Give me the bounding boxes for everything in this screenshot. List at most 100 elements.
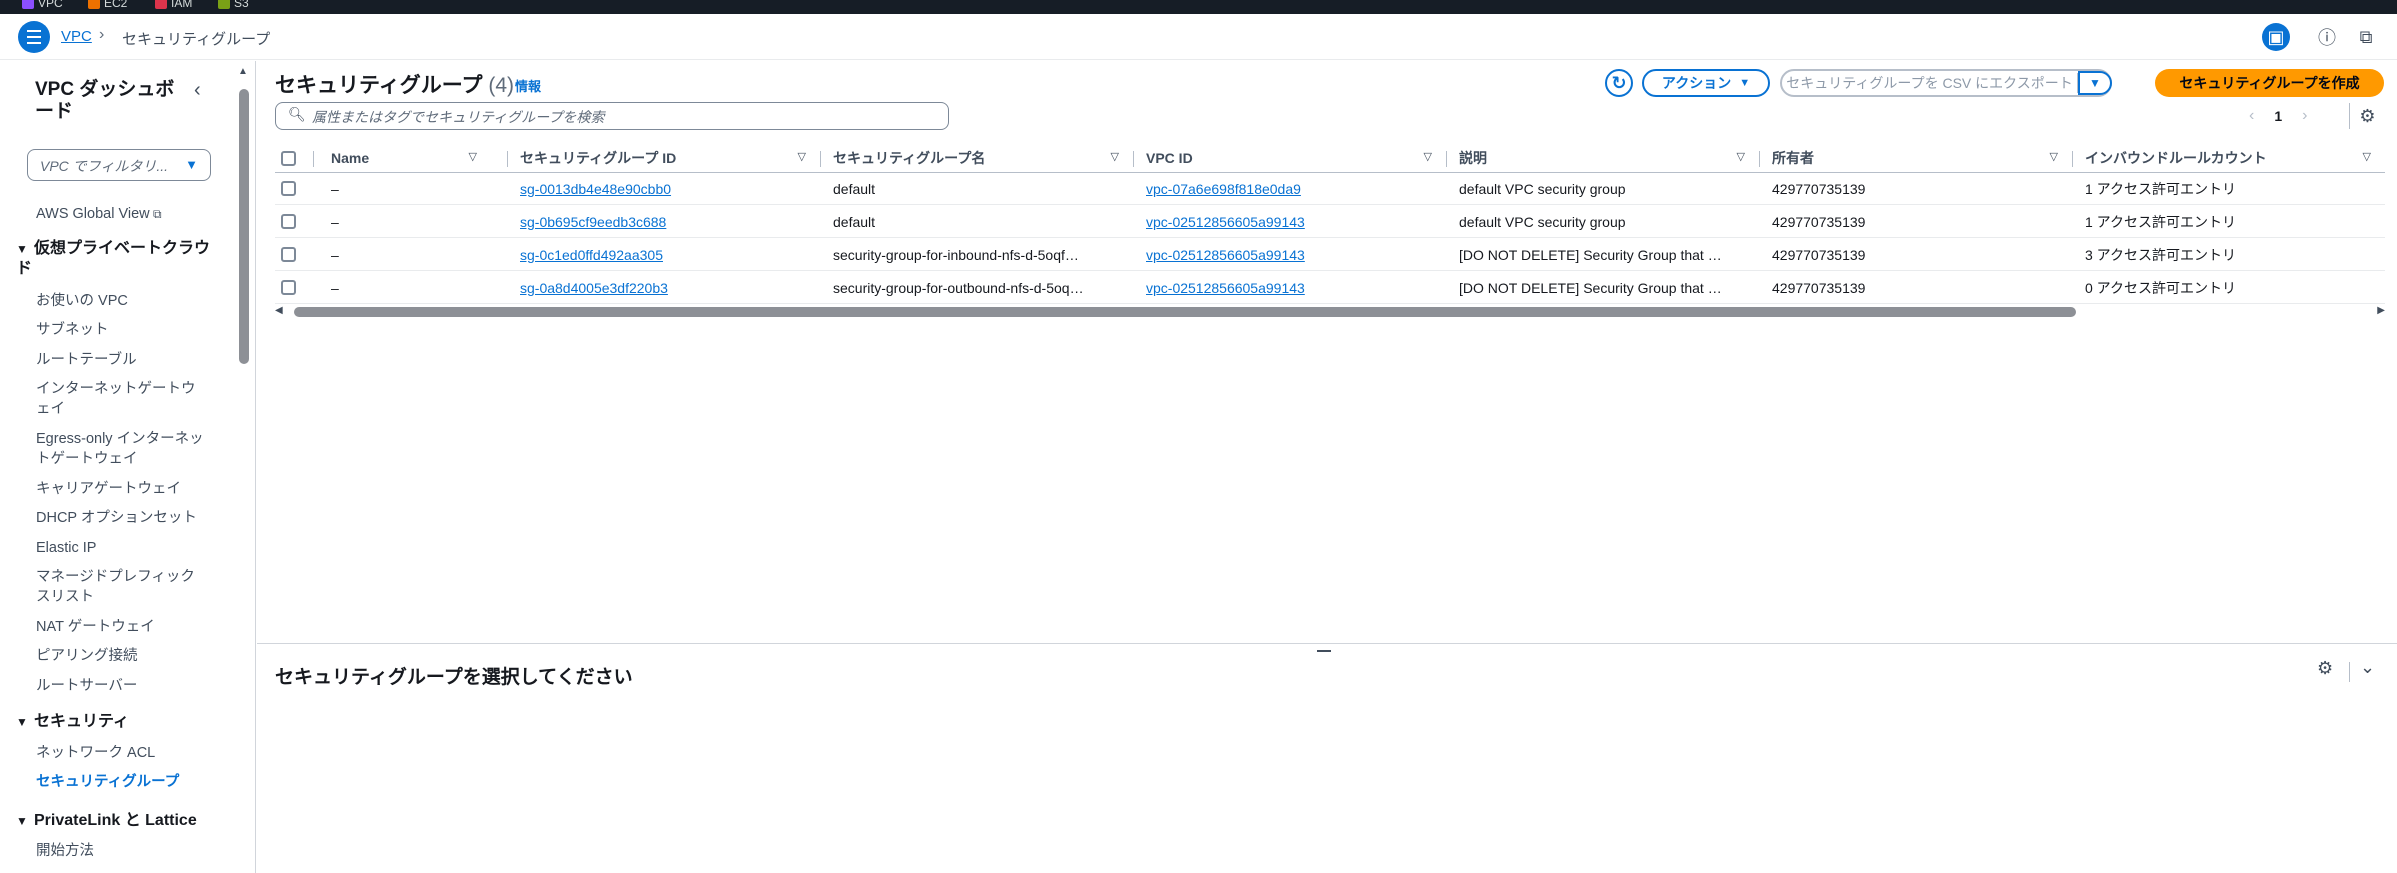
- cell-sg-name: default: [833, 214, 876, 230]
- sidebar-section-vpc[interactable]: ▼ 仮想プライベートクラウド: [16, 239, 216, 279]
- sidebar-item-internet-gateways[interactable]: インターネットゲートウェイ: [36, 379, 206, 419]
- sidebar-section-privatelink[interactable]: ▼ PrivateLink と Lattice: [16, 811, 216, 831]
- sidebar-item-carrier-gateways[interactable]: キャリアゲートウェイ: [36, 479, 216, 499]
- chevron-right-icon[interactable]: ›: [2302, 107, 2307, 125]
- sidebar-item-egress-only-gateways[interactable]: Egress-only インターネットゲートウェイ: [36, 429, 206, 469]
- info-link[interactable]: 情報: [515, 76, 541, 95]
- sidebar-item-managed-prefix-lists[interactable]: マネージドプレフィックスリスト: [36, 567, 206, 607]
- scrollbar-thumb[interactable]: [294, 307, 2076, 317]
- column-header-vpc-id[interactable]: VPC ID ▽: [1146, 143, 1446, 173]
- sidebar-scrollbar[interactable]: [239, 89, 249, 364]
- sort-icon: ▽: [1423, 151, 1432, 163]
- vpc-filter-select[interactable]: VPC でフィルタリ... ▼: [27, 149, 211, 181]
- security-group-id-link[interactable]: sg-0013db4e48e90cbb0: [520, 173, 810, 205]
- ec2-icon: [88, 0, 100, 9]
- row-checkbox[interactable]: [281, 181, 296, 196]
- sort-icon: ▽: [2362, 151, 2371, 163]
- page-title: セキュリティグループ (4): [275, 74, 514, 97]
- chevron-left-icon[interactable]: ‹: [2249, 107, 2254, 125]
- sort-icon: ▽: [2049, 151, 2058, 163]
- cell-description: default VPC security group: [1459, 181, 1626, 197]
- search-icon: 🔍︎: [288, 106, 306, 122]
- gear-icon[interactable]: ⚙: [2349, 103, 2385, 129]
- sidebar-item-elastic-ip[interactable]: Elastic IP: [36, 538, 216, 558]
- sidebar-item-nat-gateways[interactable]: NAT ゲートウェイ: [36, 617, 216, 637]
- caret-down-icon[interactable]: ▼: [2078, 71, 2112, 95]
- cell-inbound-count: 3 アクセス許可エントリ: [2085, 247, 2236, 263]
- sidebar: VPC ダッシュボード ‹ VPC でフィルタリ... ▼ AWS Global…: [0, 61, 256, 873]
- sidebar-item-dhcp-option-sets[interactable]: DHCP オプションセット: [36, 508, 216, 528]
- page-number[interactable]: 1: [2274, 108, 2282, 124]
- sidebar-item-subnets[interactable]: サブネット: [36, 320, 216, 340]
- column-header-inbound-rules[interactable]: インバウンドルールカウント ▽: [2085, 143, 2385, 173]
- row-checkbox[interactable]: [281, 214, 296, 229]
- chevron-left-icon[interactable]: ‹: [194, 79, 201, 102]
- breadcrumb-vpc-link[interactable]: VPC: [61, 28, 92, 45]
- main-content: セキュリティグループ (4) 情報 ↻ アクション ▼ セキュリティグループを …: [257, 61, 2397, 873]
- sidebar-title[interactable]: VPC ダッシュボード: [35, 79, 185, 123]
- security-group-id-link[interactable]: sg-0b695cf9eedb3c688: [520, 206, 810, 238]
- service-shortcut-vpc[interactable]: VPC: [22, 0, 63, 10]
- cell-owner: 429770735139: [1772, 247, 1866, 263]
- security-group-id-link[interactable]: sg-0c1ed0ffd492aa305: [520, 239, 810, 271]
- search-input[interactable]: 🔍︎ 属性またはタグでセキュリティグループを検索: [275, 102, 949, 130]
- refresh-button[interactable]: ↻: [1605, 69, 1633, 97]
- sidebar-item-network-acl[interactable]: ネットワーク ACL: [36, 743, 216, 763]
- scroll-right-icon[interactable]: ▶: [2377, 305, 2385, 316]
- sidebar-item-route-servers[interactable]: ルートサーバー: [36, 676, 216, 696]
- scroll-left-icon[interactable]: ◀: [275, 305, 283, 316]
- column-header-owner[interactable]: 所有者 ▽: [1772, 143, 2072, 173]
- service-shortcut-ec2[interactable]: EC2: [88, 0, 127, 10]
- caret-down-icon: ▼: [185, 157, 198, 172]
- select-all-checkbox[interactable]: [281, 151, 296, 166]
- split-panel-title: セキュリティグループを選択してください: [275, 667, 633, 688]
- table-row[interactable]: – sg-0b695cf9eedb3c688 default vpc-02512…: [275, 206, 2385, 238]
- sidebar-item-getting-started[interactable]: 開始方法: [36, 841, 216, 861]
- row-checkbox[interactable]: [281, 247, 296, 262]
- table-horizontal-scrollbar[interactable]: ◀ ▶: [275, 305, 2385, 319]
- refresh-icon: ↻: [1611, 72, 1627, 93]
- sidebar-item-route-tables[interactable]: ルートテーブル: [36, 350, 216, 370]
- vpc-id-link[interactable]: vpc-07a6e698f818e0da9: [1146, 173, 1436, 205]
- cell-inbound-count: 1 アクセス許可エントリ: [2085, 181, 2236, 197]
- sidebar-item-global-view[interactable]: AWS Global View: [36, 204, 216, 224]
- sidebar-item-peering-connections[interactable]: ピアリング接続: [36, 646, 216, 666]
- service-shortcut-iam[interactable]: IAM: [155, 0, 192, 10]
- column-header-name[interactable]: Name ▽: [331, 143, 491, 173]
- table-row[interactable]: – sg-0013db4e48e90cbb0 default vpc-07a6e…: [275, 173, 2385, 205]
- export-csv-button[interactable]: セキュリティグループを CSV にエクスポート ▼: [1780, 69, 2112, 97]
- column-header-sg-id[interactable]: セキュリティグループ ID ▽: [520, 143, 820, 173]
- actions-dropdown-button[interactable]: アクション ▼: [1642, 69, 1770, 97]
- table-header: Name ▽ セキュリティグループ ID ▽ セキュリティグループ名 ▽ VPC ID…: [275, 143, 2385, 173]
- split-panel-toggle-icon[interactable]: ▣: [2262, 23, 2290, 51]
- vpc-id-link[interactable]: vpc-02512856605a99143: [1146, 239, 1436, 271]
- sidebar-section-security[interactable]: ▼ セキュリティ: [16, 712, 216, 732]
- caret-down-icon: ▼: [16, 242, 28, 256]
- resize-handle[interactable]: [1317, 650, 1331, 652]
- column-header-sg-name[interactable]: セキュリティグループ名 ▽: [833, 143, 1133, 173]
- sidebar-item-security-groups[interactable]: セキュリティグループ: [36, 772, 216, 792]
- cell-description: default VPC security group: [1459, 214, 1626, 230]
- create-security-group-button[interactable]: セキュリティグループを作成: [2155, 69, 2384, 97]
- caret-down-icon: ▼: [16, 814, 28, 828]
- table-row[interactable]: – sg-0a8d4005e3df220b3 security-group-fo…: [275, 272, 2385, 304]
- cell-description: [DO NOT DELETE] Security Group that …: [1459, 247, 1722, 263]
- vpc-id-link[interactable]: vpc-02512856605a99143: [1146, 206, 1436, 238]
- gear-icon[interactable]: ⚙: [2317, 658, 2333, 679]
- item-count: (4): [488, 74, 514, 97]
- hamburger-icon: [27, 28, 41, 46]
- scroll-up-icon[interactable]: ▲: [238, 66, 248, 77]
- chevron-down-icon[interactable]: ⌄: [2360, 657, 2375, 678]
- security-group-id-link[interactable]: sg-0a8d4005e3df220b3: [520, 272, 810, 304]
- vpc-id-link[interactable]: vpc-02512856605a99143: [1146, 272, 1436, 304]
- vpc-icon: [22, 0, 34, 9]
- sidebar-item-your-vpcs[interactable]: お使いの VPC: [36, 291, 216, 311]
- service-shortcut-s3[interactable]: S3: [218, 0, 249, 10]
- feedback-icon[interactable]: ⧉: [2352, 23, 2380, 51]
- pagination: ‹ 1 ›: [2249, 103, 2349, 129]
- menu-button[interactable]: [18, 21, 50, 53]
- table-row[interactable]: – sg-0c1ed0ffd492aa305 security-group-fo…: [275, 239, 2385, 271]
- row-checkbox[interactable]: [281, 280, 296, 295]
- column-header-description[interactable]: 説明 ▽: [1459, 143, 1759, 173]
- info-icon[interactable]: ⓘ: [2313, 23, 2341, 51]
